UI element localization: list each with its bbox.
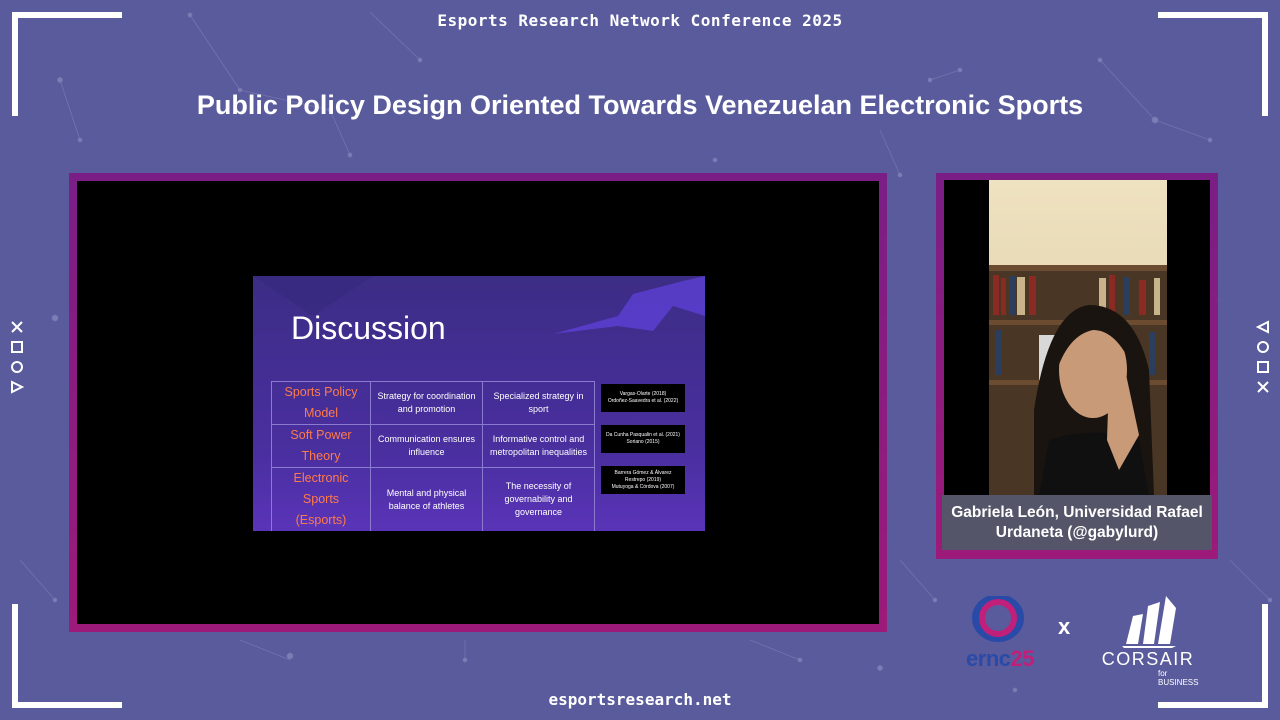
cross-icon <box>11 321 23 333</box>
table-row: Sports Policy Model Strategy for coordin… <box>271 381 595 425</box>
reference-line: Restrepo (2019) <box>624 476 662 483</box>
slide-table: Sports Policy Model Strategy for coordin… <box>271 381 595 531</box>
side-icons-right <box>1255 320 1271 394</box>
table-cell: Mental and physical balance of athletes <box>370 467 483 531</box>
table-cell-term: Sports Policy Model <box>271 381 371 425</box>
reference-line: Mutuyoga & Córdova (2007) <box>611 483 675 490</box>
table-cell: Strategy for coordination and promotion <box>370 381 483 425</box>
corsair-wordmark: CORSAIR <box>1101 649 1195 669</box>
camera-frame: Gabriela León, Universidad Rafael Urdane… <box>936 173 1218 559</box>
corsair-sails-icon <box>1122 596 1176 648</box>
talk-title: Public Policy Design Oriented Towards Ve… <box>196 90 1084 120</box>
ernc-text-main: ernc <box>966 646 1011 671</box>
presentation-screen: Discussion Sports Policy Model Strategy … <box>77 181 879 624</box>
circle-icon <box>11 361 23 373</box>
reference-line: Soriano (2015) <box>626 439 660 445</box>
reference-box: Vargas-Olarte (2018) Ordoñez-Saavedra et… <box>601 384 685 412</box>
table-row: Electronic Sports (Esports) Mental and p… <box>271 467 595 531</box>
table-cell: Specialized strategy in sport <box>482 381 595 425</box>
table-row: Soft Power Theory Communication ensures … <box>271 424 595 468</box>
speaker-name-bar: Gabriela León, Universidad Rafael Urdane… <box>942 495 1212 550</box>
reference-line: Barrera Gómez & Álvarez <box>614 469 672 476</box>
corsair-logo: CORSAIR for BUSINESS <box>1088 594 1208 687</box>
reference-line: Da Cunha Pasqualin et al. (2021) <box>606 432 680 438</box>
camera-feed <box>944 180 1210 495</box>
table-cell-term: Electronic Sports (Esports) <box>271 467 371 531</box>
cross-icon <box>1257 381 1269 393</box>
reference-box: Barrera Gómez & Álvarez Restrepo (2019) … <box>601 466 685 494</box>
reference-line: Vargas-Olarte (2018) <box>619 391 667 397</box>
square-icon <box>11 341 23 353</box>
speaker-name-line1: Gabriela León, Universidad Rafael <box>951 503 1203 521</box>
speaker-video <box>989 180 1167 495</box>
triangle-icon <box>11 380 24 394</box>
table-cell-term: Soft Power Theory <box>271 424 371 468</box>
presentation-frame: Discussion Sports Policy Model Strategy … <box>69 173 887 632</box>
slide-title: Discussion <box>291 310 446 346</box>
side-icons-left <box>9 320 25 394</box>
footer-url: esportsresearch.net <box>548 690 732 709</box>
table-cell: The necessity of governability and gover… <box>482 467 595 531</box>
triangle-icon <box>1256 320 1269 334</box>
reference-line: Ordoñez-Saavedra et al. (2022) <box>607 398 679 404</box>
conference-title: Esports Research Network Conference 2025 <box>437 11 843 30</box>
speaker-name-line2: Urdaneta (@gabylurd) <box>995 523 1159 541</box>
ernc-text-year: 25 <box>1010 646 1035 671</box>
table-cell: Communication ensures influence <box>370 424 483 468</box>
ernc-logo: ernc25 <box>948 596 1052 676</box>
ernc-ring-icon <box>972 596 1024 642</box>
slide: Discussion Sports Policy Model Strategy … <box>253 276 705 531</box>
circle-icon <box>1257 341 1269 353</box>
table-cell: Informative control and metropolitan ine… <box>482 424 595 468</box>
ernc-wordmark: ernc25 <box>948 646 1052 672</box>
references-column: Vargas-Olarte (2018) Ordoñez-Saavedra et… <box>601 384 685 507</box>
corsair-subtitle: for BUSINESS <box>1158 669 1199 687</box>
reference-box: Da Cunha Pasqualin et al. (2021) Soriano… <box>601 425 685 453</box>
sponsor-times-sign: x <box>1058 614 1071 639</box>
square-icon <box>1257 361 1269 373</box>
